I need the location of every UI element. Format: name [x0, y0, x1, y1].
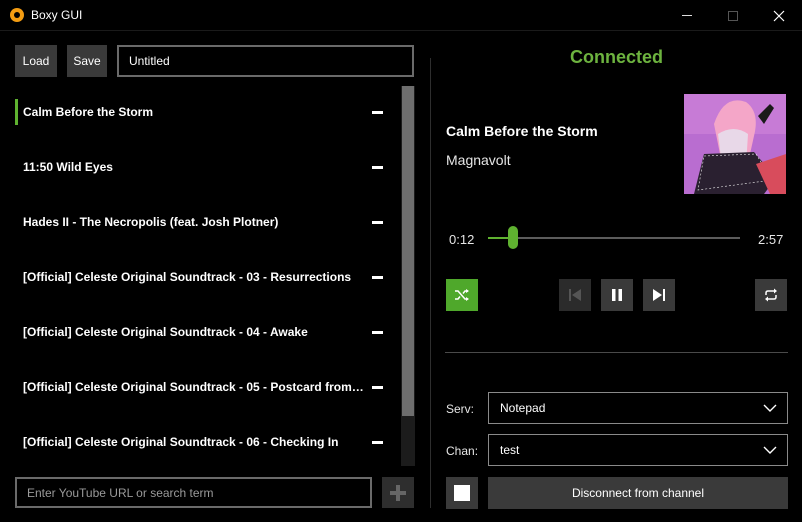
- channel-value: test: [500, 443, 520, 457]
- playlist-name-input[interactable]: [117, 45, 414, 77]
- close-icon: [773, 10, 785, 21]
- repeat-icon: [765, 288, 777, 302]
- track-title: Calm Before the Storm: [23, 105, 154, 119]
- maximize-button[interactable]: [710, 0, 756, 31]
- playlist-item[interactable]: Calm Before the Storm: [15, 99, 395, 125]
- section-divider: [445, 352, 788, 353]
- now-playing-artist: Magnavolt: [446, 152, 511, 168]
- track-title: [Official] Celeste Original Soundtrack -…: [23, 380, 364, 394]
- server-value: Notepad: [500, 401, 546, 415]
- title-bar: Boxy GUI: [0, 0, 802, 31]
- playlist-item[interactable]: Hades II - The Necropolis (feat. Josh Pl…: [15, 209, 395, 235]
- shuffle-icon: [455, 289, 469, 301]
- connection-status: Connected: [569, 47, 663, 67]
- playlist-item[interactable]: [Official] Celeste Original Soundtrack -…: [15, 264, 395, 290]
- previous-button[interactable]: [559, 279, 591, 311]
- window-title: Boxy GUI: [31, 8, 83, 22]
- maximize-icon: [728, 10, 738, 21]
- remove-track-icon[interactable]: [372, 441, 383, 444]
- channel-label: Chan:: [446, 444, 479, 458]
- skip-previous-icon: [569, 289, 581, 301]
- minimize-button[interactable]: [664, 0, 710, 31]
- panel-divider: [430, 58, 431, 508]
- playlist-item[interactable]: [Official] Celeste Original Soundtrack -…: [15, 429, 395, 455]
- playlist-item[interactable]: [Official] Celeste Original Soundtrack -…: [15, 374, 395, 400]
- active-indicator: [15, 99, 18, 125]
- chevron-down-icon: [763, 446, 777, 454]
- seek-bar[interactable]: [488, 237, 740, 239]
- pause-icon: [612, 289, 622, 301]
- remove-track-icon[interactable]: [372, 386, 383, 389]
- scrollbar-thumb[interactable]: [402, 86, 414, 416]
- channel-select[interactable]: test: [488, 434, 788, 466]
- minimize-icon: [682, 15, 692, 16]
- track-title: Hades II - The Necropolis (feat. Josh Pl…: [23, 215, 279, 229]
- track-title: [Official] Celeste Original Soundtrack -…: [23, 325, 308, 339]
- server-select[interactable]: Notepad: [488, 392, 788, 424]
- seek-thumb[interactable]: [508, 226, 519, 249]
- remove-track-icon[interactable]: [372, 276, 383, 279]
- disconnect-button[interactable]: Disconnect from channel: [488, 477, 788, 509]
- repeat-button[interactable]: [755, 279, 787, 311]
- playlist: Calm Before the Storm 11:50 Wild Eyes Ha…: [15, 86, 415, 466]
- playlist-scrollbar[interactable]: [401, 86, 415, 466]
- skip-next-icon: [653, 289, 665, 301]
- server-label: Serv:: [446, 402, 475, 416]
- playlist-item[interactable]: 11:50 Wild Eyes: [15, 154, 395, 180]
- remove-track-icon[interactable]: [372, 331, 383, 334]
- chevron-down-icon: [763, 404, 777, 412]
- remove-track-icon[interactable]: [372, 221, 383, 224]
- pause-button[interactable]: [601, 279, 633, 311]
- remove-track-icon[interactable]: [372, 166, 383, 169]
- search-input[interactable]: [15, 477, 372, 508]
- current-time: 0:12: [449, 232, 475, 247]
- close-button[interactable]: [756, 0, 802, 31]
- app-icon: [10, 8, 24, 22]
- album-cover: [684, 94, 786, 194]
- duration: 2:57: [758, 232, 784, 247]
- save-button[interactable]: Save: [67, 45, 107, 77]
- add-button[interactable]: [382, 477, 414, 508]
- track-title: 11:50 Wild Eyes: [23, 160, 113, 174]
- track-title: [Official] Celeste Original Soundtrack -…: [23, 435, 339, 449]
- channel-checkbox[interactable]: [446, 477, 478, 509]
- next-button[interactable]: [643, 279, 675, 311]
- shuffle-button[interactable]: [446, 279, 478, 311]
- track-title: [Official] Celeste Original Soundtrack -…: [23, 270, 352, 284]
- load-button[interactable]: Load: [15, 45, 57, 77]
- playlist-item[interactable]: [Official] Celeste Original Soundtrack -…: [15, 319, 395, 345]
- remove-track-icon[interactable]: [372, 111, 383, 114]
- checkbox-box: [454, 485, 470, 501]
- now-playing-title: Calm Before the Storm: [446, 123, 598, 139]
